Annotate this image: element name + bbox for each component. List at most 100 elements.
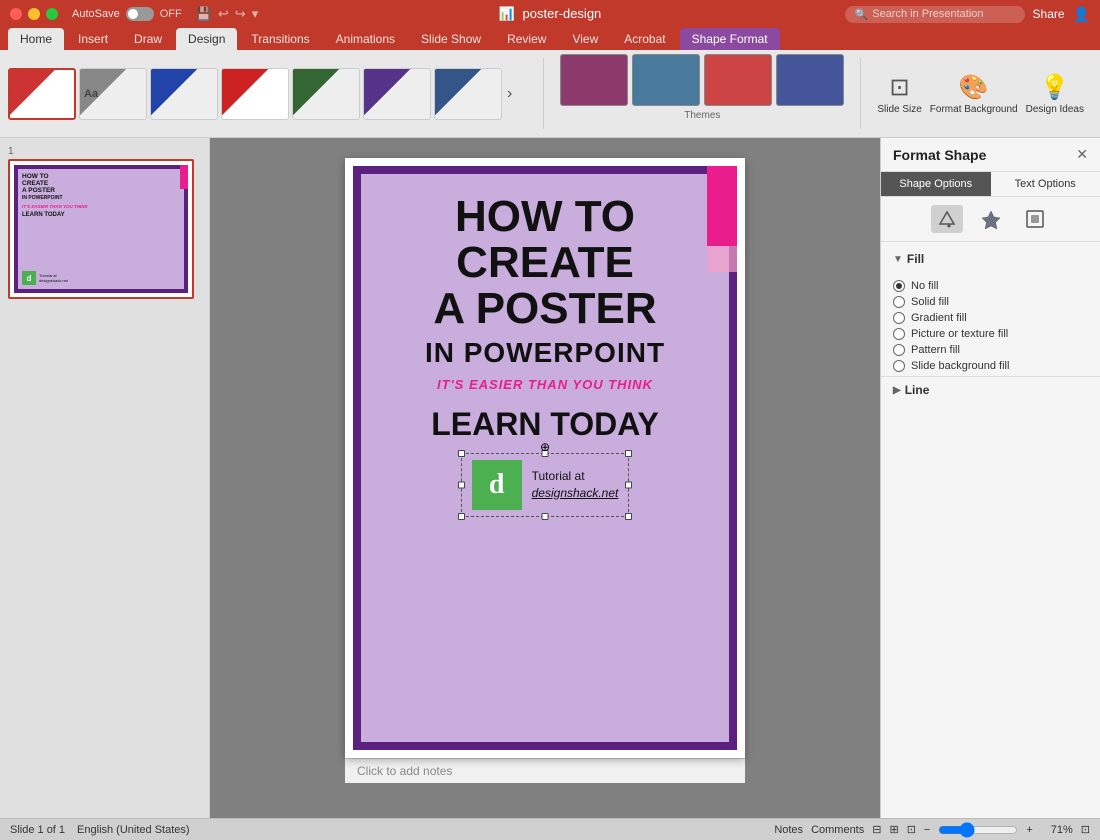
fill-arrow-icon: ▼	[893, 254, 903, 265]
titlebar-right: 🔍 Search in Presentation Share 👤	[845, 6, 1090, 23]
handle-tr	[625, 450, 632, 457]
fill-section-header[interactable]: ▼ Fill	[893, 248, 1088, 270]
format-panel-title: Format Shape	[893, 147, 986, 163]
mini-logo: d Tutorial atdesignshack.net	[22, 271, 180, 285]
slide-bg-fill-option[interactable]: Slide background fill	[893, 360, 1088, 372]
more-icon[interactable]: ▾	[252, 6, 259, 22]
picture-fill-radio[interactable]	[893, 328, 905, 340]
design-ideas-button[interactable]: 💡 Design Ideas	[1026, 73, 1084, 115]
no-fill-option[interactable]: No fill	[893, 280, 1088, 292]
tab-insert[interactable]: Insert	[66, 28, 120, 50]
tab-design[interactable]: Design	[176, 28, 237, 50]
zoom-slider[interactable]	[938, 822, 1018, 838]
view-grid-icon[interactable]: ⊞	[889, 823, 898, 836]
pattern-fill-radio[interactable]	[893, 344, 905, 356]
solid-fill-radio[interactable]	[893, 296, 905, 308]
gradient-fill-option[interactable]: Gradient fill	[893, 312, 1088, 324]
fill-section-title: Fill	[907, 252, 924, 266]
undo-icon[interactable]: ↩	[218, 6, 229, 22]
zoom-out-button[interactable]: −	[924, 824, 930, 836]
themes-next-button[interactable]: ›	[505, 85, 514, 103]
save-icon[interactable]: 💾	[196, 6, 212, 22]
layout-1[interactable]	[560, 54, 628, 106]
slide-info: Slide 1 of 1	[10, 824, 65, 836]
tab-review[interactable]: Review	[495, 28, 558, 50]
close-window-button[interactable]	[10, 8, 22, 20]
canvas-wrapper: HOW TO CREATE A POSTER IN POWERPOINT IT'…	[345, 158, 745, 783]
layout-section: Themes	[552, 54, 852, 133]
zoom-level[interactable]: 71%	[1041, 824, 1073, 836]
poster-logo-section: ⊕ d Tutorial at designshack.net	[461, 453, 630, 517]
rotate-handle[interactable]: ⊕	[540, 440, 550, 454]
tab-shapeformat[interactable]: Shape Format	[680, 28, 780, 50]
statusbar-right: Notes Comments ⊟ ⊞ ⊡ − + 71% ⊡	[774, 822, 1090, 838]
view-normal-icon[interactable]: ⊟	[872, 823, 881, 836]
format-panel-close-button[interactable]: ✕	[1076, 146, 1088, 163]
theme-2[interactable]: Aa	[79, 68, 147, 120]
redo-icon[interactable]: ↪	[235, 6, 246, 22]
layout-3[interactable]	[704, 54, 772, 106]
tab-view[interactable]: View	[560, 28, 610, 50]
canvas-scroll[interactable]: HOW TO CREATE A POSTER IN POWERPOINT IT'…	[210, 138, 880, 818]
fill-options: No fill Solid fill Gradient fill Picture…	[881, 276, 1100, 376]
view-reading-icon[interactable]: ⊡	[907, 823, 916, 836]
ribbon-divider-2	[860, 58, 861, 129]
fit-slide-button[interactable]: ⊡	[1081, 823, 1090, 836]
effects-icon-button[interactable]	[975, 205, 1007, 233]
autosave-toggle[interactable]	[126, 7, 154, 21]
theme-7[interactable]: Aa	[434, 68, 502, 120]
canvas-area: HOW TO CREATE A POSTER IN POWERPOINT IT'…	[210, 138, 880, 818]
autosave-label: AutoSave	[72, 8, 120, 20]
slide-size-button[interactable]: ⊡ Slide Size	[877, 73, 921, 115]
zoom-in-button[interactable]: +	[1026, 824, 1032, 836]
format-bg-label: Format Background	[930, 104, 1018, 115]
comments-button[interactable]: Comments	[811, 824, 864, 836]
notes-bar[interactable]: Click to add notes	[345, 758, 745, 783]
ribbon-divider-1	[543, 58, 544, 129]
picture-fill-label: Picture or texture fill	[911, 328, 1008, 340]
format-bg-icon: 🎨	[959, 73, 989, 102]
pattern-fill-option[interactable]: Pattern fill	[893, 344, 1088, 356]
minimize-window-button[interactable]	[28, 8, 40, 20]
no-fill-radio[interactable]	[893, 280, 905, 292]
maximize-window-button[interactable]	[46, 8, 58, 20]
gradient-fill-radio[interactable]	[893, 312, 905, 324]
layout-2[interactable]	[632, 54, 700, 106]
tab-acrobat[interactable]: Acrobat	[612, 28, 677, 50]
theme-6[interactable]: Aa	[363, 68, 431, 120]
share-button[interactable]: Share	[1033, 7, 1065, 21]
line-section-header[interactable]: ▶ Line	[893, 383, 1088, 397]
tab-slideshow[interactable]: Slide Show	[409, 28, 493, 50]
layout-4[interactable]	[776, 54, 844, 106]
layout-thumbs	[560, 54, 844, 106]
poster-inner: HOW TO CREATE A POSTER IN POWERPOINT IT'…	[361, 174, 729, 742]
slide-canvas[interactable]: HOW TO CREATE A POSTER IN POWERPOINT IT'…	[345, 158, 745, 758]
theme-4[interactable]: Aa	[221, 68, 289, 120]
notes-button[interactable]: Notes	[774, 824, 803, 836]
search-bar[interactable]: 🔍 Search in Presentation	[845, 6, 1025, 23]
tab-draw[interactable]: Draw	[122, 28, 174, 50]
fill-line-icon-button[interactable]	[931, 205, 963, 233]
user-icon[interactable]: 👤	[1073, 6, 1090, 23]
handle-tl	[458, 450, 465, 457]
tab-shape-options[interactable]: Shape Options	[881, 172, 991, 196]
slide-thumbnail[interactable]: HOW TOCREATEA POSTERIN POWERPOINT IT'S E…	[8, 159, 194, 299]
slide-bg-fill-radio[interactable]	[893, 360, 905, 372]
solid-fill-option[interactable]: Solid fill	[893, 296, 1088, 308]
theme-1[interactable]: Aa	[8, 68, 76, 120]
picture-fill-option[interactable]: Picture or texture fill	[893, 328, 1088, 340]
tab-home[interactable]: Home	[8, 28, 64, 50]
size-properties-icon-button[interactable]	[1019, 205, 1051, 233]
format-background-button[interactable]: 🎨 Format Background	[930, 73, 1018, 115]
search-placeholder: Search in Presentation	[872, 8, 983, 20]
poster-text-block: HOW TO CREATE A POSTER IN POWERPOINT IT'…	[385, 194, 705, 443]
slide-size-label: Slide Size	[877, 104, 921, 115]
tab-animations[interactable]: Animations	[324, 28, 407, 50]
handle-bm	[541, 513, 548, 520]
theme-3[interactable]: Aa	[150, 68, 218, 120]
tab-transitions[interactable]: Transitions	[239, 28, 321, 50]
selection-box[interactable]: ⊕ d Tutorial at designshack.net	[461, 453, 630, 517]
theme-5[interactable]: Aa	[292, 68, 360, 120]
design-ideas-label: Design Ideas	[1026, 104, 1084, 115]
tab-text-options[interactable]: Text Options	[991, 172, 1100, 196]
